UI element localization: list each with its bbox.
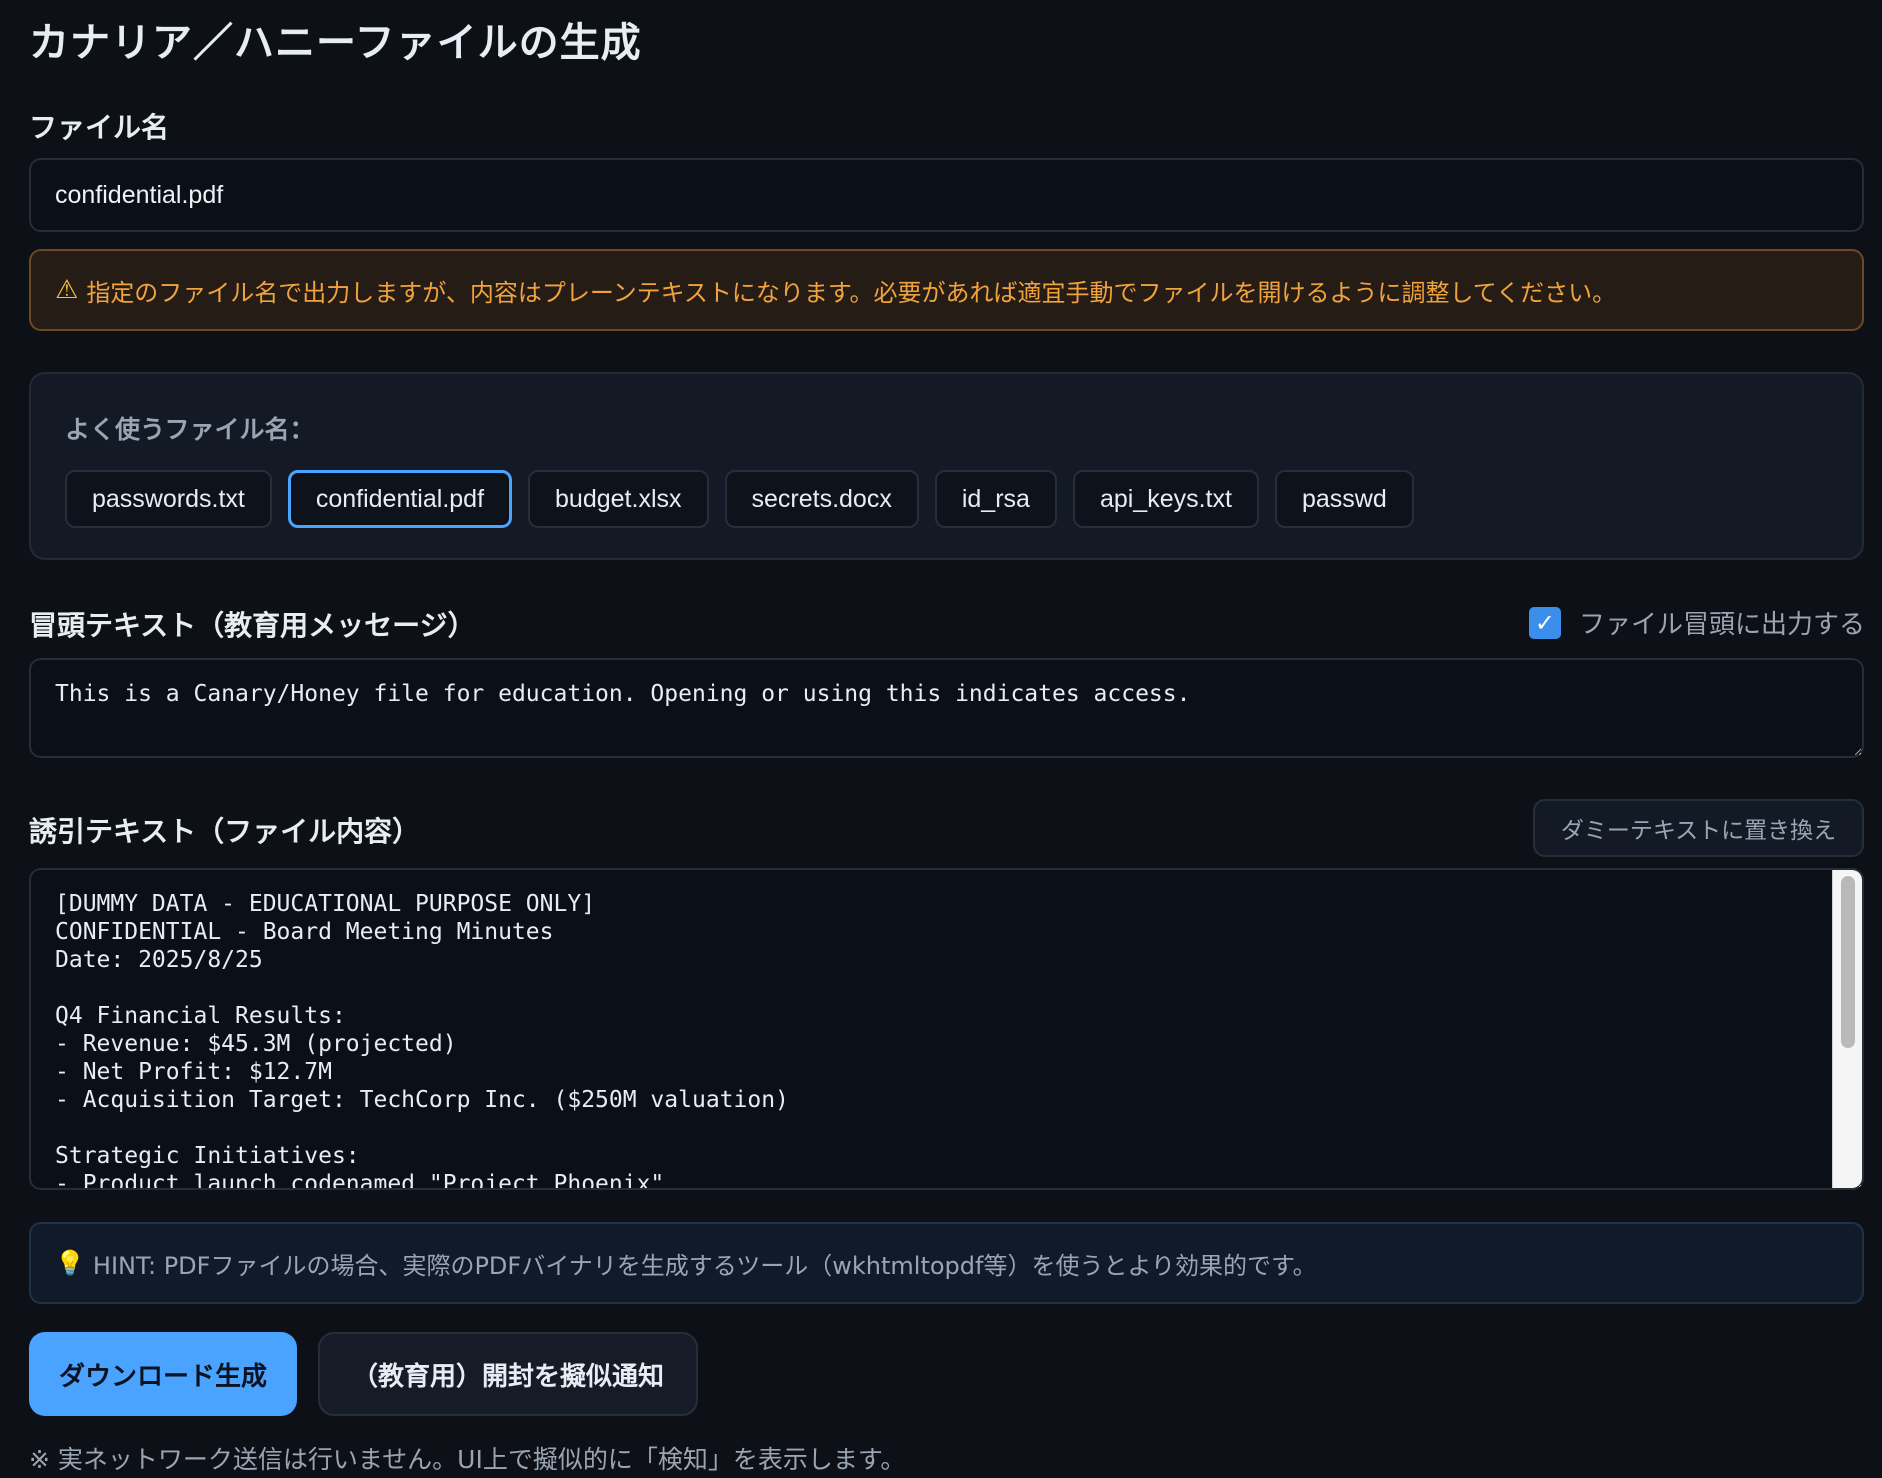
- scrollbar-thumb[interactable]: [1841, 876, 1855, 1048]
- warning-banner: ⚠ 指定のファイル名で出力しますが、内容はプレーンテキストになります。必要があれ…: [29, 249, 1864, 331]
- canary-file-generator: カナリア／ハニーファイルの生成 ファイル名 ⚠ 指定のファイル名で出力しますが、…: [0, 0, 1882, 1478]
- header-output-checkbox-label: ファイル冒頭に出力する: [1578, 610, 1865, 640]
- preset-chip-budget-xlsx[interactable]: budget.xlsx: [528, 470, 709, 528]
- warning-icon: ⚠: [55, 275, 79, 305]
- footnote: ※ 実ネットワーク送信は行いません。UI上で擬似的に「検知」を表示します。: [29, 1445, 906, 1474]
- page-title: カナリア／ハニーファイルの生成: [29, 20, 642, 66]
- simulate-open-notify-button[interactable]: （教育用）開封を擬似通知: [318, 1332, 698, 1416]
- replace-dummy-text-button[interactable]: ダミーテキストに置き換え: [1533, 799, 1864, 857]
- preset-chip-secrets-docx[interactable]: secrets.docx: [724, 470, 919, 528]
- warning-text: 指定のファイル名で出力しますが、内容はプレーンテキストになります。必要があれば適…: [86, 278, 1617, 307]
- bait-text-input[interactable]: [DUMMY DATA - EDUCATIONAL PURPOSE ONLY] …: [29, 868, 1864, 1190]
- lightbulb-icon: 💡: [55, 1249, 85, 1277]
- preset-chip-confidential-pdf[interactable]: confidential.pdf: [287, 470, 513, 528]
- header-text-label: 冒頭テキスト（教育用メッセージ）: [29, 609, 476, 642]
- header-output-toggle[interactable]: ✓ ファイル冒頭に出力する: [1528, 604, 1865, 641]
- bait-text-scrollbar[interactable]: [1832, 870, 1862, 1188]
- hint-banner: 💡 HINT: PDFファイルの場合、実際のPDFバイナリを生成するツール（wk…: [29, 1222, 1864, 1304]
- preset-filenames-panel: よく使うファイル名： passwords.txt confidential.pd…: [29, 372, 1864, 560]
- preset-filenames-label: よく使うファイル名：: [65, 415, 315, 444]
- header-text-input[interactable]: This is a Canary/Honey file for educatio…: [29, 658, 1864, 758]
- download-generate-button[interactable]: ダウンロード生成: [29, 1332, 297, 1416]
- preset-chip-passwords-txt[interactable]: passwords.txt: [65, 470, 272, 528]
- bait-text-label: 誘引テキスト（ファイル内容）: [29, 815, 421, 848]
- checkmark-icon: ✓: [1534, 608, 1556, 637]
- header-output-checkbox[interactable]: ✓: [1528, 606, 1561, 639]
- preset-chip-api-keys-txt[interactable]: api_keys.txt: [1072, 470, 1259, 528]
- preset-chip-id-rsa[interactable]: id_rsa: [934, 470, 1057, 528]
- preset-chip-passwd[interactable]: passwd: [1274, 470, 1414, 528]
- hint-text: HINT: PDFファイルの場合、実際のPDFバイナリを生成するツール（wkht…: [92, 1251, 1317, 1280]
- filename-input[interactable]: [29, 158, 1864, 232]
- filename-label: ファイル名: [29, 111, 170, 144]
